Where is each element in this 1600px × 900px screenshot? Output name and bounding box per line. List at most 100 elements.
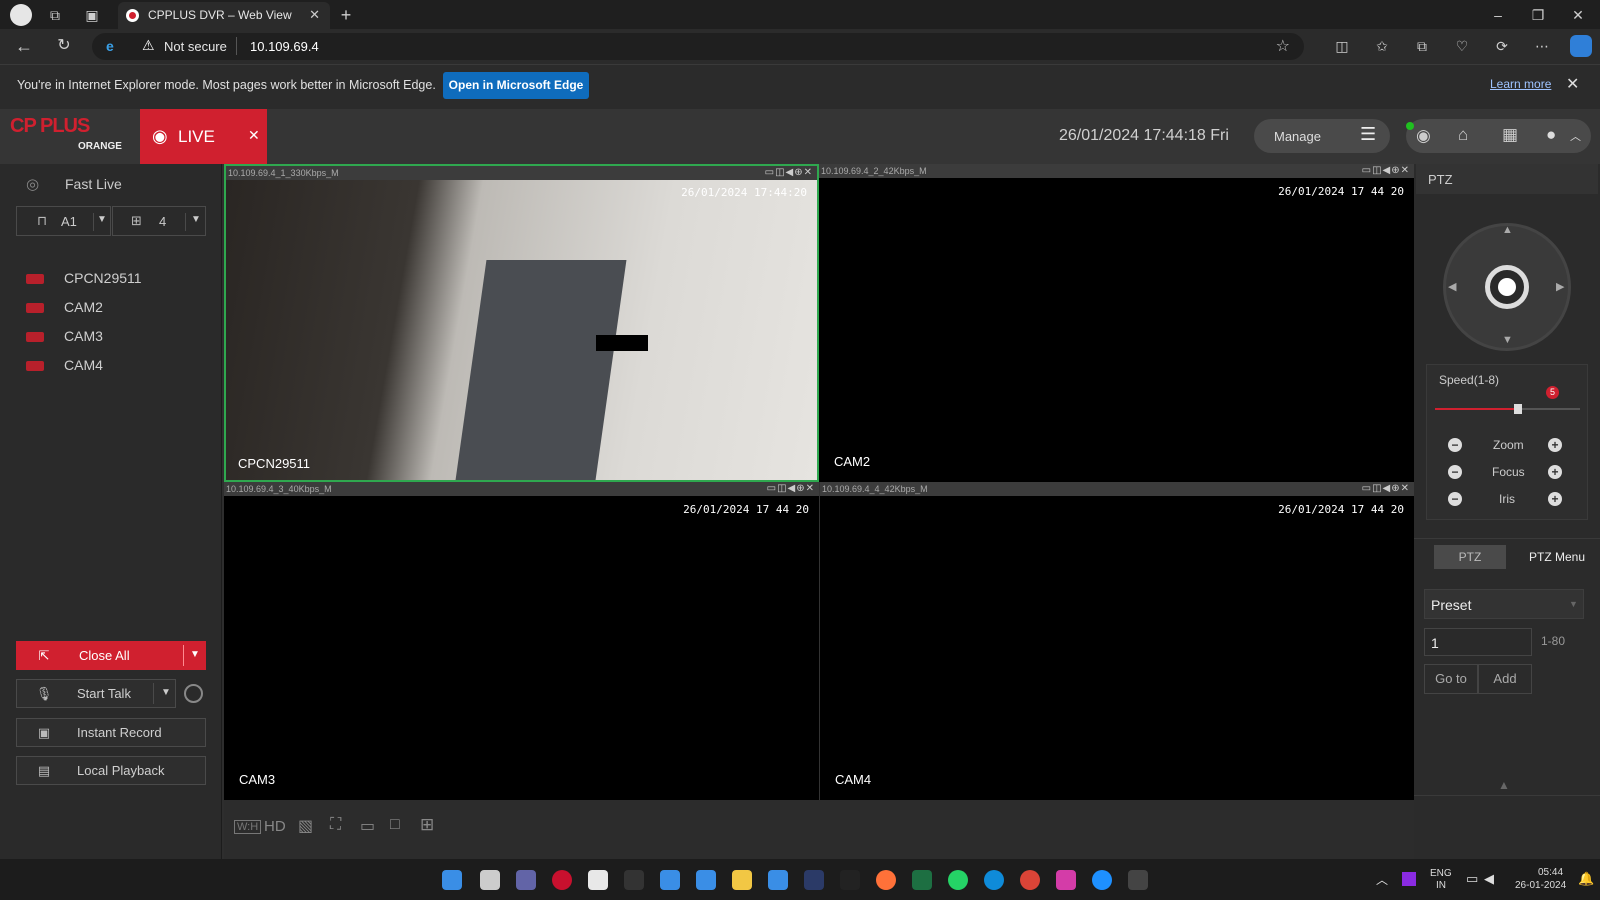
cell-controls-icon[interactable]: ▭◫◀⊕✕ bbox=[767, 482, 815, 496]
notification-bell-icon[interactable]: 🔔 bbox=[1578, 871, 1594, 887]
close-tab-icon[interactable]: ✕ bbox=[309, 7, 320, 23]
zoom-out-button[interactable]: − bbox=[1448, 438, 1462, 452]
ptz-direction-pad[interactable]: ▲ ▼ ◀ ▶ bbox=[1443, 223, 1571, 351]
aspect-ratio-icon[interactable]: W:H bbox=[234, 820, 262, 834]
talk-status-icon[interactable] bbox=[184, 684, 203, 703]
app-icon[interactable] bbox=[804, 870, 824, 890]
excel-icon[interactable] bbox=[912, 870, 932, 890]
home-icon[interactable]: ⌂ bbox=[1458, 125, 1468, 145]
refresh-icon[interactable]: ↻ bbox=[54, 36, 74, 56]
instant-record-button[interactable]: ▣ Instant Record bbox=[16, 718, 206, 747]
user-icon[interactable]: ● bbox=[1546, 125, 1556, 145]
network-icon[interactable]: ▭ bbox=[1466, 871, 1478, 887]
camera-list-item[interactable]: CAM2 bbox=[26, 299, 103, 321]
arrow-down-icon[interactable]: ▼ bbox=[1502, 334, 1513, 346]
more-icon[interactable]: ⋯ bbox=[1532, 36, 1552, 56]
volume-icon[interactable]: ◀ bbox=[1484, 871, 1494, 887]
internet-explorer-icon[interactable] bbox=[1092, 870, 1112, 890]
start-talk-button[interactable]: 🎙 Start Talk ▼ bbox=[16, 679, 176, 708]
stream-settings-icon[interactable]: ▧ bbox=[298, 816, 313, 836]
fullscreen-icon[interactable]: ⛶ bbox=[330, 816, 341, 834]
arrow-left-icon[interactable]: ◀ bbox=[1448, 280, 1456, 293]
tray-app-icon[interactable] bbox=[1402, 872, 1416, 886]
add-preset-button[interactable]: Add bbox=[1478, 664, 1532, 694]
window-app-icon[interactable] bbox=[696, 870, 716, 890]
ptz-center-icon[interactable] bbox=[1485, 265, 1529, 309]
clock-date[interactable]: 26-01-2024 bbox=[1515, 880, 1566, 891]
video-cell-4[interactable]: 10.109.69.4_4_42Kbps_M ▭◫◀⊕✕ 26/01/2024 1… bbox=[819, 482, 1414, 800]
window-mode-icon[interactable]: ▭ bbox=[360, 816, 375, 836]
file-explorer-icon[interactable] bbox=[732, 870, 752, 890]
fast-live-label[interactable]: Fast Live bbox=[65, 176, 122, 192]
app-icon[interactable] bbox=[1056, 870, 1076, 890]
cell-controls-icon[interactable]: ▭◫◀⊕✕ bbox=[1362, 482, 1410, 496]
iris-minus-button[interactable]: − bbox=[1448, 492, 1462, 506]
clock-time[interactable]: 05:44 bbox=[1538, 867, 1563, 878]
window-app-icon[interactable] bbox=[660, 870, 680, 890]
split-select[interactable]: ⊞ 4 ▼ bbox=[112, 206, 206, 236]
terminal-icon[interactable] bbox=[1128, 870, 1148, 890]
tab-ptz[interactable]: PTZ bbox=[1434, 545, 1506, 569]
minimize-icon[interactable]: – bbox=[1488, 5, 1508, 25]
camera-list-item[interactable]: CAM4 bbox=[26, 357, 103, 379]
copilot-icon[interactable] bbox=[1570, 35, 1592, 57]
speed-slider-thumb[interactable] bbox=[1513, 404, 1522, 414]
ie-mode-reload-icon[interactable]: ⟳ bbox=[1492, 36, 1512, 56]
preset-select[interactable]: Preset ▼ bbox=[1424, 589, 1584, 619]
split-screen-icon[interactable]: ◫ bbox=[1332, 36, 1352, 56]
region-label[interactable]: IN bbox=[1436, 880, 1446, 891]
cell-controls-icon[interactable]: ▭◫◀⊕✕ bbox=[1362, 164, 1410, 178]
arrow-up-icon[interactable]: ▲ bbox=[1502, 224, 1513, 236]
zoom-in-button[interactable]: + bbox=[1548, 438, 1562, 452]
quad-view-icon[interactable]: ⊞ bbox=[420, 815, 434, 835]
go-to-button[interactable]: Go to bbox=[1424, 664, 1478, 694]
focus-plus-button[interactable]: + bbox=[1548, 465, 1562, 479]
url-text[interactable]: 10.109.69.4 bbox=[250, 39, 319, 54]
infobar-close-icon[interactable]: ✕ bbox=[1566, 74, 1579, 94]
workspaces-icon[interactable]: ⧉ bbox=[45, 5, 65, 25]
restore-icon[interactable]: ❐ bbox=[1528, 5, 1548, 25]
learn-more-link[interactable]: Learn more bbox=[1490, 77, 1551, 91]
teams-icon[interactable] bbox=[516, 870, 536, 890]
omnibox[interactable]: e ⚠ Not secure 10.109.69.4 ☆ bbox=[92, 33, 1304, 60]
whatsapp-icon[interactable] bbox=[948, 870, 968, 890]
channel-select[interactable]: ⊓ A1 ▼ bbox=[16, 206, 111, 236]
collections-icon[interactable]: ⧉ bbox=[1412, 36, 1432, 56]
close-all-button[interactable]: ⇱ Close All ▼ bbox=[16, 641, 206, 670]
camera-list-item[interactable]: CAM3 bbox=[26, 328, 103, 350]
chevron-down-icon[interactable]: ▼ bbox=[190, 649, 200, 660]
iris-plus-button[interactable]: + bbox=[1548, 492, 1562, 506]
single-view-icon[interactable]: □ bbox=[390, 816, 400, 834]
back-icon[interactable]: ← bbox=[14, 36, 34, 56]
new-tab-icon[interactable]: + bbox=[336, 5, 356, 25]
browser-essentials-icon[interactable]: ♡ bbox=[1452, 36, 1472, 56]
favorites-icon[interactable]: ✩ bbox=[1372, 36, 1392, 56]
language-label[interactable]: ENG bbox=[1430, 868, 1452, 879]
manage-button[interactable]: Manage ☰ bbox=[1254, 119, 1390, 153]
arrow-right-icon[interactable]: ▶ bbox=[1556, 280, 1564, 293]
tab-actions-icon[interactable]: ▣ bbox=[82, 5, 102, 25]
chrome-icon[interactable] bbox=[1020, 870, 1040, 890]
tray-chevron-icon[interactable]: ︿ bbox=[1376, 871, 1388, 888]
window-close-icon[interactable]: ✕ bbox=[1568, 5, 1588, 25]
chevron-up-icon[interactable]: ︿ bbox=[1570, 128, 1581, 144]
window-app-icon[interactable] bbox=[768, 870, 788, 890]
hd-toggle[interactable]: HD bbox=[264, 818, 286, 835]
preset-number-input[interactable]: 1 bbox=[1424, 628, 1532, 656]
collapse-up-icon[interactable]: ▲ bbox=[1498, 778, 1510, 792]
camera-list-item[interactable]: CPCN29511 bbox=[26, 270, 142, 292]
video-cell-3[interactable]: 10.109.69.4_3_40Kbps_M ▭◫◀⊕✕ 26/01/2024 1… bbox=[224, 482, 819, 800]
tab-ptz-menu[interactable]: PTZ Menu bbox=[1518, 545, 1596, 569]
profile-icon[interactable] bbox=[10, 4, 32, 26]
speed-slider[interactable] bbox=[1435, 404, 1580, 414]
firefox-icon[interactable] bbox=[876, 870, 896, 890]
edge-icon[interactable] bbox=[984, 870, 1004, 890]
live-tab[interactable]: ◉ LIVE ✕ bbox=[140, 109, 267, 164]
local-playback-button[interactable]: ▤ Local Playback bbox=[16, 756, 206, 785]
cell-controls-icon[interactable]: ▭◫◀⊕✕ bbox=[765, 166, 813, 180]
close-live-icon[interactable]: ✕ bbox=[248, 127, 260, 144]
app-icon[interactable] bbox=[840, 870, 860, 890]
opera-icon[interactable] bbox=[552, 870, 572, 890]
layout-grid-icon[interactable]: ▦ bbox=[1502, 125, 1518, 145]
notepad-icon[interactable] bbox=[588, 870, 608, 890]
